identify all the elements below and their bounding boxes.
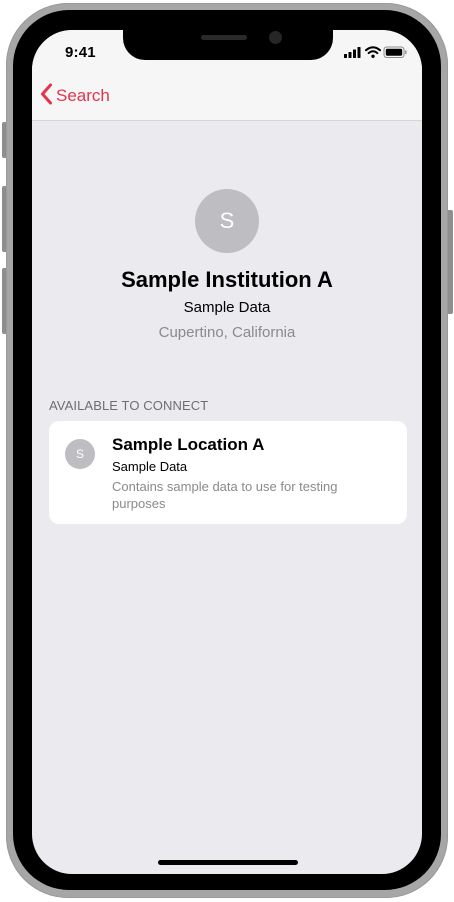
notch	[123, 30, 333, 60]
location-description: Contains sample data to use for testing …	[112, 479, 338, 511]
status-icons	[338, 45, 408, 59]
speaker-grille	[201, 35, 247, 40]
status-time: 9:41	[65, 44, 96, 61]
back-button[interactable]: Search	[40, 83, 110, 110]
institution-avatar: S	[195, 189, 259, 253]
phone-screen: 9:41 Search S Sample Institution A Sampl…	[32, 30, 422, 874]
front-camera	[269, 31, 282, 44]
chevron-left-icon	[40, 83, 53, 110]
status-bar: 9:41	[32, 30, 422, 74]
section-header: AVAILABLE TO CONNECT	[49, 398, 209, 413]
institution-name: Sample Institution A	[121, 267, 333, 292]
location-name: Sample Location A	[112, 435, 265, 454]
institution-location: Cupertino, California	[158, 324, 296, 341]
institution-source: Sample Data	[183, 299, 271, 316]
location-card[interactable]: S Sample Location A Sample Data Contains…	[49, 421, 407, 524]
battery-icon	[383, 46, 407, 58]
device-mockup: 9:41 Search S Sample Institution A Sampl…	[0, 0, 454, 902]
home-indicator[interactable]	[158, 860, 298, 865]
signal-icon	[344, 47, 361, 58]
location-source: Sample Data	[112, 459, 188, 474]
navigation-bar: Search	[32, 74, 422, 121]
location-avatar: S	[65, 439, 95, 469]
back-label: Search	[56, 86, 110, 105]
wifi-icon	[365, 46, 381, 58]
